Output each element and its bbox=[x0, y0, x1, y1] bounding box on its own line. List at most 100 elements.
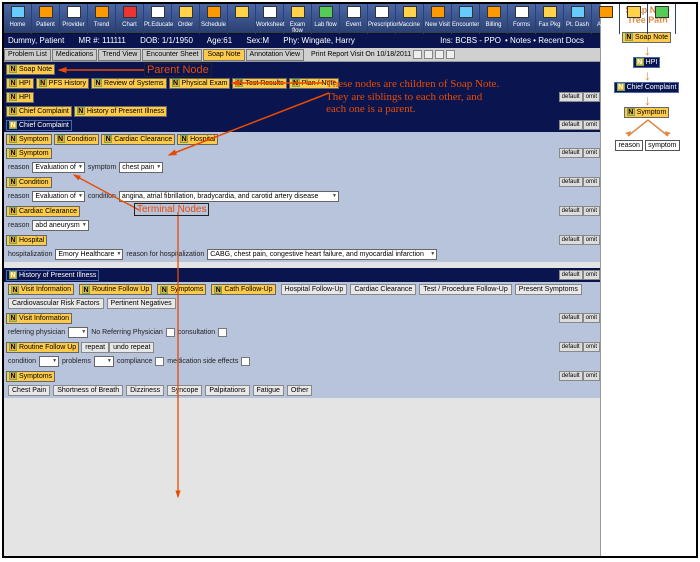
node-soap-note[interactable]: NSoap Note bbox=[6, 64, 55, 75]
omit-button[interactable]: omit bbox=[583, 92, 600, 102]
condition-select[interactable]: angina, atrial fibrillation, bradycardia… bbox=[119, 191, 339, 202]
toolbar-pt-educate-button[interactable]: Pt.Educate bbox=[144, 4, 172, 34]
omit-button[interactable]: omit bbox=[583, 371, 600, 381]
node-hpi[interactable]: NHPI bbox=[6, 78, 34, 89]
node-pertinent-negatives[interactable]: Pertinent Negatives bbox=[107, 298, 176, 309]
symptom-other-button[interactable]: Other bbox=[287, 385, 313, 396]
node-pfs-history[interactable]: NPFS History bbox=[36, 78, 89, 89]
node-test-procedure-follow-up[interactable]: Test / Procedure Follow-Up bbox=[419, 284, 511, 295]
compliance-checkbox[interactable] bbox=[155, 357, 164, 366]
reason-select[interactable]: Evaluation of bbox=[32, 162, 84, 173]
node-cath-follow-up[interactable]: NCath Follow-Up bbox=[211, 284, 275, 295]
toolbar-email-button[interactable]: Email bbox=[620, 4, 648, 34]
node-hospital-follow-up[interactable]: Hospital Follow-Up bbox=[281, 284, 348, 295]
toolbar-provider-button[interactable]: Provider bbox=[60, 4, 88, 34]
toolbar-billing-button[interactable]: Billing bbox=[480, 4, 508, 34]
patient-name[interactable]: Dummy, Patient bbox=[8, 36, 64, 45]
toolbar-new-visit-button[interactable]: New Visit bbox=[424, 4, 452, 34]
symptom-shortness-of-breath-button[interactable]: Shortness of Breath bbox=[53, 385, 123, 396]
toolbar-mini-icon[interactable] bbox=[446, 50, 455, 59]
node-symptoms[interactable]: NSymptoms bbox=[6, 371, 55, 382]
toolbar-mini-icon[interactable] bbox=[435, 50, 444, 59]
toolbar-event-button[interactable]: Event bbox=[340, 4, 368, 34]
toolbar-home-button[interactable]: Home bbox=[4, 4, 32, 34]
node-visit-information[interactable]: NVisit Information bbox=[6, 313, 72, 324]
patient-links[interactable]: • Notes • Recent Docs bbox=[505, 34, 584, 48]
reason-select[interactable]: Evaluation of bbox=[32, 191, 84, 202]
toolbar-help-button[interactable]: Help bbox=[648, 4, 676, 34]
no-ref-physician-checkbox[interactable] bbox=[166, 328, 175, 337]
node-condition[interactable]: NCondition bbox=[54, 134, 100, 145]
default-button[interactable]: default bbox=[559, 148, 583, 158]
symptom-dizziness-button[interactable]: Dizziness bbox=[126, 385, 164, 396]
default-button[interactable]: default bbox=[559, 371, 583, 381]
omit-button[interactable]: omit bbox=[583, 120, 600, 130]
toolbar-pt-dash-button[interactable]: Pt. Dash bbox=[564, 4, 592, 34]
toolbar-worksheet-button[interactable]: Worksheet bbox=[256, 4, 284, 34]
node-present-symptoms[interactable]: Present Symptoms bbox=[515, 284, 582, 295]
default-button[interactable]: default bbox=[559, 177, 583, 187]
node-cardiac-clearance[interactable]: NCardiac Clearance bbox=[101, 134, 175, 145]
node-history-present-illness[interactable]: NHistory of Present Illness bbox=[6, 270, 99, 281]
node-plan-note[interactable]: NPlan / Note bbox=[289, 78, 340, 89]
node-test-results[interactable]: NTest Results bbox=[232, 78, 286, 89]
toolbar-prescription-button[interactable]: Prescription bbox=[368, 4, 396, 34]
node-visit-information[interactable]: NVisit Information bbox=[8, 284, 74, 295]
symptom-chest-pain-button[interactable]: Chest Pain bbox=[8, 385, 50, 396]
symptom-syncope-button[interactable]: Syncope bbox=[167, 385, 202, 396]
omit-button[interactable]: omit bbox=[583, 148, 600, 158]
default-button[interactable]: default bbox=[559, 120, 583, 130]
node-routine-follow-up[interactable]: NRoutine Follow Up bbox=[79, 284, 152, 295]
toolbar-forms-button[interactable]: Forms bbox=[508, 4, 536, 34]
repeat-button[interactable]: repeat bbox=[81, 342, 109, 353]
node-history-of-present-illness[interactable]: NHistory of Present Illness bbox=[74, 106, 167, 117]
omit-button[interactable]: omit bbox=[583, 177, 600, 187]
consultation-checkbox[interactable] bbox=[218, 328, 227, 337]
toolbar-exam-flow-button[interactable]: Exam flow bbox=[284, 4, 312, 34]
toolbar-schedule-button[interactable]: Schedule bbox=[200, 4, 228, 34]
tab-trend-view[interactable]: Trend View bbox=[98, 49, 141, 61]
toolbar-mini-icon[interactable] bbox=[424, 50, 433, 59]
reason-hosp-select[interactable]: CABG, chest pain, congestive heart failu… bbox=[207, 249, 437, 260]
omit-button[interactable]: omit bbox=[583, 342, 600, 352]
node-chief-complaint[interactable]: NChief Complaint bbox=[6, 120, 72, 131]
node-symptoms[interactable]: NSymptoms bbox=[157, 284, 206, 295]
omit-button[interactable]: omit bbox=[583, 270, 600, 280]
default-button[interactable]: default bbox=[559, 270, 583, 280]
toolbar-chart-button[interactable]: Chart bbox=[116, 4, 144, 34]
ref-physician-select[interactable] bbox=[68, 327, 88, 338]
toolbar-trend-button[interactable]: Trend bbox=[88, 4, 116, 34]
toolbar-fax-pkg-button[interactable]: Fax Pkg bbox=[536, 4, 564, 34]
node-hospital[interactable]: NHospital bbox=[6, 235, 47, 246]
toolbar-patient-button[interactable]: Patient bbox=[32, 4, 60, 34]
toolbar-mini-icon[interactable] bbox=[413, 50, 422, 59]
omit-button[interactable]: omit bbox=[583, 206, 600, 216]
node-condition[interactable]: NCondition bbox=[6, 177, 52, 188]
node-symptom[interactable]: NSymptom bbox=[6, 148, 52, 159]
node-chief-complaint[interactable]: NChief Complaint bbox=[6, 106, 72, 117]
node-hpi[interactable]: NHPI bbox=[6, 92, 34, 103]
omit-button[interactable]: omit bbox=[583, 313, 600, 323]
content-scroll[interactable]: NSoap Note NHPINPFS HistoryNReview of Sy… bbox=[4, 62, 600, 556]
node-routine-follow-up[interactable]: NRoutine Follow Up bbox=[6, 342, 79, 353]
default-button[interactable]: default bbox=[559, 235, 583, 245]
toolbar-admin-button[interactable]: Admin bbox=[592, 4, 620, 34]
node-hospital[interactable]: NHospital bbox=[177, 134, 218, 145]
problems-select[interactable] bbox=[94, 356, 114, 367]
default-button[interactable]: default bbox=[559, 342, 583, 352]
toolbar-order-button[interactable]: Order bbox=[172, 4, 200, 34]
node-cardiovascular-risk-factors[interactable]: Cardiovascular Risk Factors bbox=[8, 298, 104, 309]
omit-button[interactable]: omit bbox=[583, 235, 600, 245]
symptom-palpitations-button[interactable]: Palpitations bbox=[205, 385, 249, 396]
tab-problem-list[interactable]: Problem List bbox=[4, 49, 51, 61]
toolbar-vaccine-button[interactable]: Vaccine bbox=[396, 4, 424, 34]
toolbar---button[interactable] bbox=[228, 4, 256, 34]
node-cardiac-clearance[interactable]: Cardiac Clearance bbox=[350, 284, 416, 295]
tab-medications[interactable]: Medications bbox=[52, 49, 97, 61]
node-symptom[interactable]: NSymptom bbox=[6, 134, 52, 145]
node-physical-exam[interactable]: NPhysical Exam bbox=[169, 78, 231, 89]
tab-annotation-view[interactable]: Annotation View bbox=[246, 49, 304, 61]
default-button[interactable]: default bbox=[559, 92, 583, 102]
tab-encounter-sheet[interactable]: Encounter Sheet bbox=[142, 49, 202, 61]
hospitalization-select[interactable]: Emory Healthcare bbox=[55, 249, 123, 260]
